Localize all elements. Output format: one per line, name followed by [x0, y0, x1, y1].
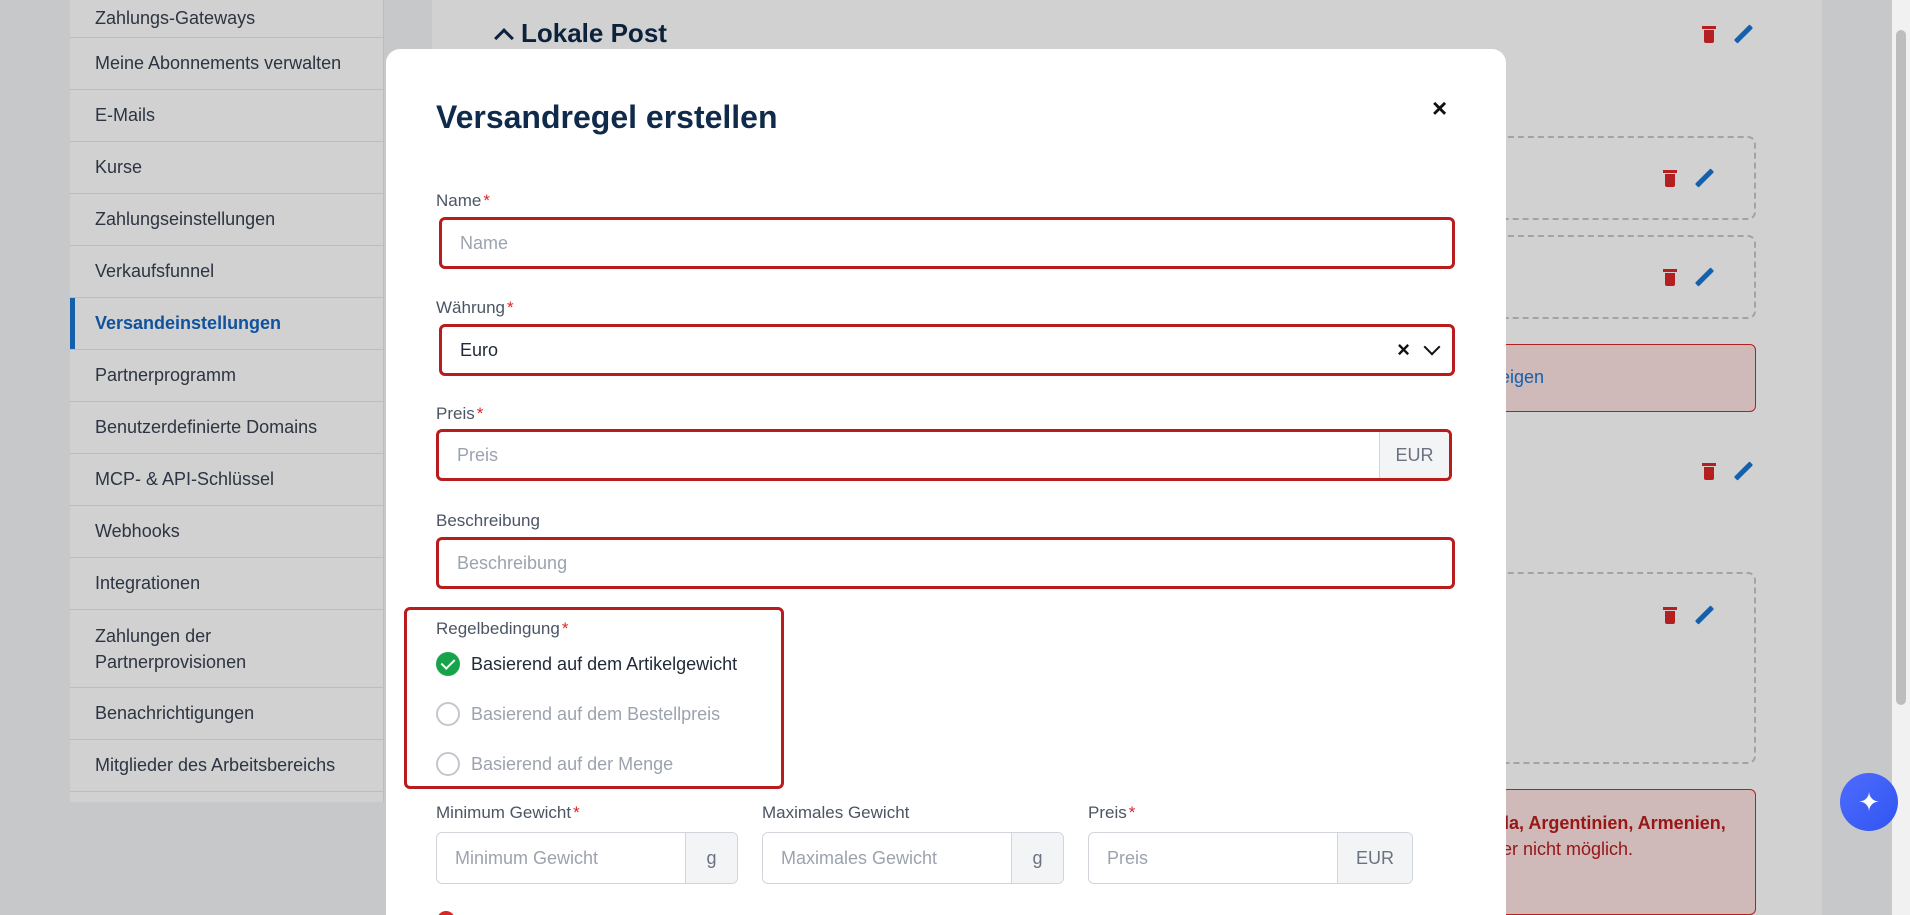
min-weight-input[interactable]: Minimum Gewicht g — [436, 832, 738, 884]
row-price-input[interactable]: Preis EUR — [1088, 832, 1413, 884]
radio-item-weight[interactable]: Basierend auf dem Artikelgewicht — [436, 652, 737, 676]
required-mark: * — [561, 619, 569, 638]
currency-addon: EUR — [1379, 432, 1449, 478]
currency-select[interactable]: Euro × — [439, 324, 1455, 376]
rule-condition-label-text: Regelbedingung — [436, 619, 560, 638]
price-label: Preis * — [436, 404, 483, 424]
required-mark: * — [483, 191, 490, 210]
page-scrollbar[interactable] — [1892, 0, 1910, 915]
rule-condition-label: Regelbedingung * — [436, 619, 568, 639]
radio-label: Basierend auf dem Bestellpreis — [471, 703, 721, 724]
price-input[interactable]: Preis EUR — [436, 429, 1452, 481]
max-weight-input[interactable]: Maximales Gewicht g — [762, 832, 1064, 884]
max-weight-placeholder: Maximales Gewicht — [781, 847, 938, 868]
row-price-label-text: Preis — [1088, 803, 1127, 822]
currency-label-text: Währung — [436, 298, 505, 317]
close-icon[interactable]: × — [1432, 95, 1447, 121]
required-mark: * — [1128, 803, 1136, 822]
price-label-text: Preis — [436, 404, 475, 423]
price-placeholder: Preis — [457, 444, 499, 465]
description-placeholder: Beschreibung — [457, 552, 568, 573]
min-weight-label-text: Minimum Gewicht — [436, 803, 572, 822]
name-label-text: Name — [436, 191, 482, 210]
name-label: Name * — [436, 191, 490, 211]
modal-title: Versandregel erstellen — [436, 99, 778, 135]
unit-addon: EUR — [1337, 833, 1412, 883]
name-input[interactable]: Name — [439, 217, 1455, 269]
required-mark: * — [573, 803, 580, 822]
sparkle-icon[interactable]: ✦ — [1840, 773, 1898, 831]
description-input[interactable]: Beschreibung — [436, 537, 1455, 589]
assistant-glyph: ✦ — [1858, 786, 1880, 817]
max-weight-label: Maximales Gewicht — [762, 803, 909, 823]
description-label: Beschreibung — [436, 511, 540, 531]
required-mark: * — [506, 298, 514, 317]
create-shipping-rule-modal: Versandregel erstellen × Name * Name Währ… — [386, 49, 1506, 915]
row-price-placeholder: Preis — [1107, 847, 1149, 868]
currency-label: Währung * — [436, 298, 514, 318]
radio-label: Basierend auf dem Artikelgewicht — [471, 653, 738, 674]
radio-circle-icon — [436, 702, 460, 726]
chevron-down-icon[interactable] — [1423, 338, 1441, 356]
description-label-text: Beschreibung — [436, 511, 540, 530]
required-mark: * — [476, 404, 484, 423]
min-weight-label: Minimum Gewicht * — [436, 803, 580, 823]
error-indicator-icon — [437, 911, 455, 915]
row-price-label: Preis * — [1088, 803, 1135, 823]
currency-value: Euro — [460, 339, 499, 360]
unit-addon: g — [685, 833, 737, 883]
name-placeholder: Name — [460, 232, 509, 253]
scrollbar-thumb[interactable] — [1896, 30, 1906, 705]
min-weight-placeholder: Minimum Gewicht — [455, 847, 599, 868]
unit-addon: g — [1011, 833, 1063, 883]
radio-item-order-price[interactable]: Basierend auf dem Bestellpreis — [436, 702, 720, 726]
max-weight-label-text: Maximales Gewicht — [762, 803, 910, 822]
radio-label: Basierend auf der Menge — [471, 753, 674, 774]
clear-icon[interactable]: × — [1397, 339, 1410, 361]
check-circle-icon — [436, 652, 460, 676]
radio-item-quantity[interactable]: Basierend auf der Menge — [436, 752, 673, 776]
radio-circle-icon — [436, 752, 460, 776]
select-controls: × — [1397, 327, 1441, 373]
